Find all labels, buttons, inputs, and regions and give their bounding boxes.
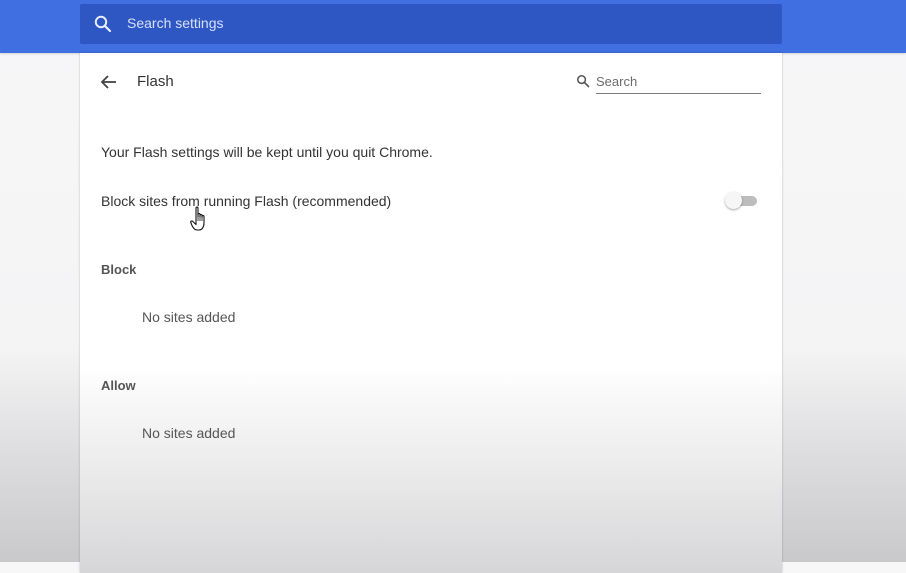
block-empty-text: No sites added bbox=[142, 309, 236, 325]
flash-info-text: Your Flash settings will be kept until y… bbox=[101, 144, 433, 160]
allow-empty-text: No sites added bbox=[142, 425, 236, 441]
search-settings-placeholder: Search settings bbox=[127, 15, 224, 31]
toggle-knob bbox=[725, 192, 742, 209]
page-search[interactable]: Search bbox=[574, 71, 762, 95]
page-title: Flash bbox=[137, 73, 174, 90]
block-flash-label: Block sites from running Flash (recommen… bbox=[101, 193, 392, 209]
top-bar: Search settings bbox=[0, 0, 906, 53]
flash-settings-card: Flash Search Your Flash settings will be… bbox=[80, 53, 782, 573]
block-heading: Block bbox=[101, 262, 137, 277]
hand-pointer-icon bbox=[190, 206, 210, 232]
search-icon bbox=[93, 14, 113, 34]
arrow-back-icon[interactable] bbox=[98, 71, 120, 93]
page-search-input[interactable]: Search bbox=[596, 71, 761, 94]
search-icon bbox=[576, 74, 590, 88]
search-settings-box[interactable]: Search settings bbox=[80, 4, 782, 44]
allow-heading: Allow bbox=[101, 378, 136, 393]
block-flash-toggle[interactable] bbox=[725, 192, 759, 209]
